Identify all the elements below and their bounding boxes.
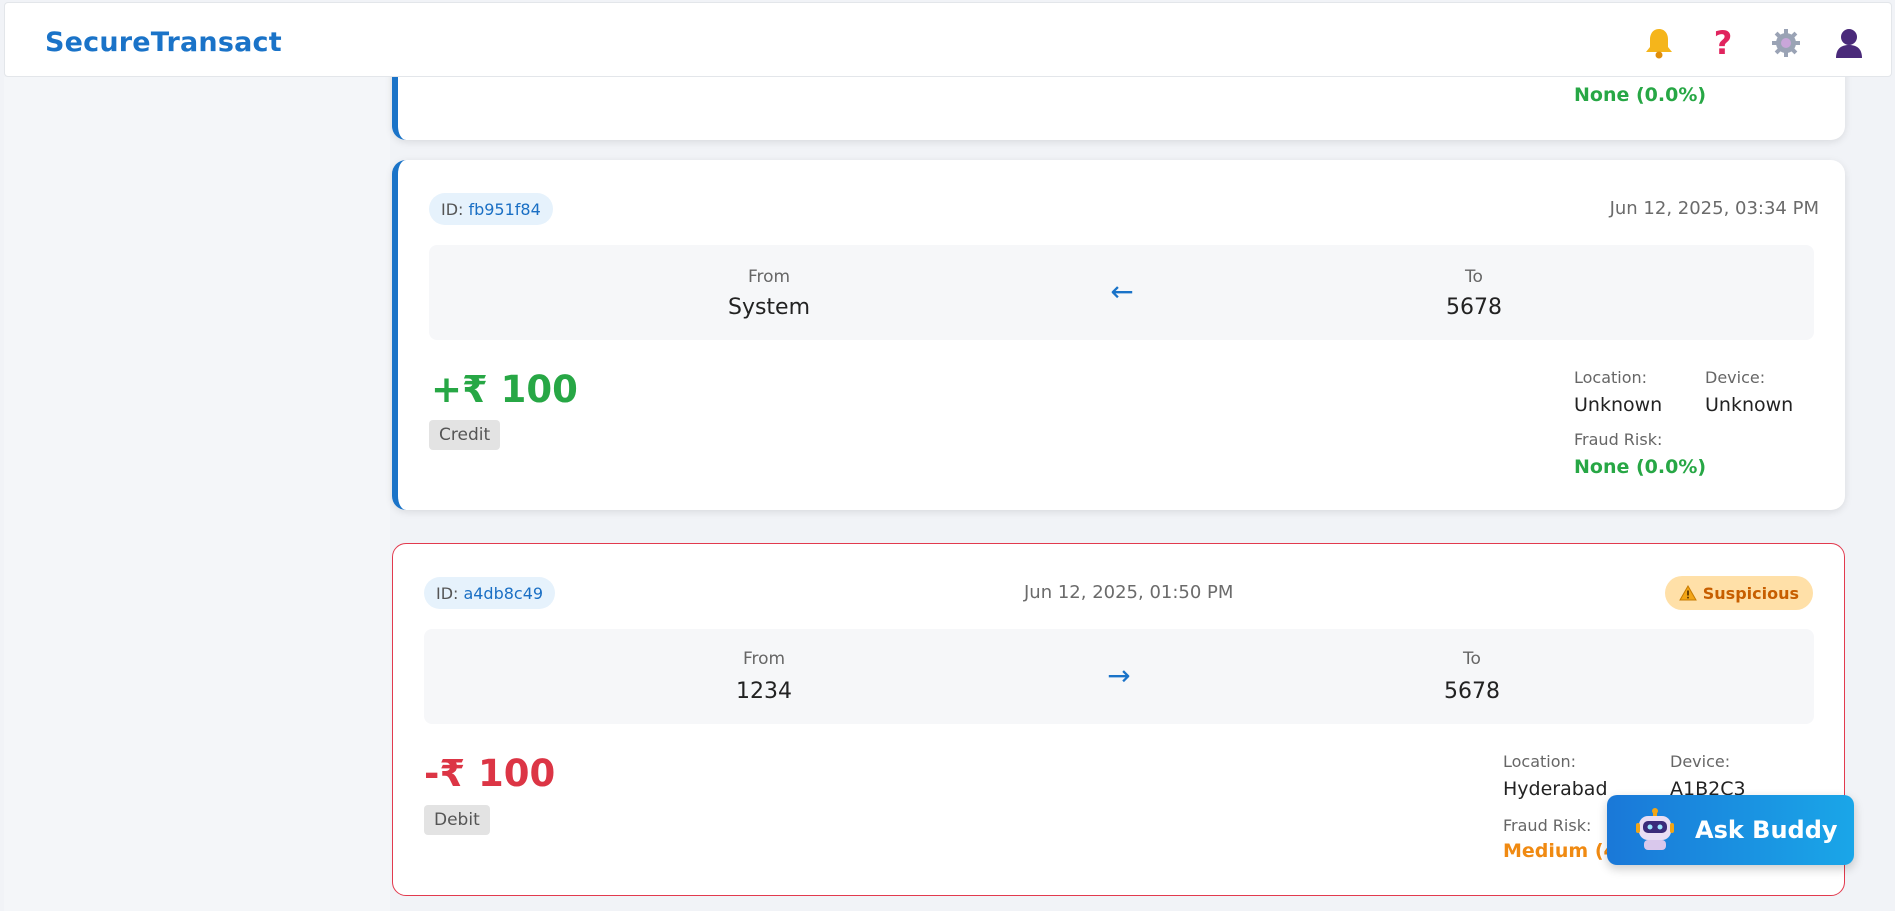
transaction-date: Jun 12, 2025, 03:34 PM (1609, 198, 1819, 219)
warning-icon (1678, 585, 1697, 601)
arrow-left-icon: ← (1110, 275, 1134, 308)
device-value: Unknown (1705, 394, 1794, 416)
to-label: To (1463, 649, 1481, 669)
suspicious-label: Suspicious (1702, 583, 1799, 603)
location-value: Hyderabad (1503, 778, 1608, 800)
device-label: Device: (1670, 752, 1731, 771)
transaction-flow: From System ← To 5678 (429, 245, 1814, 340)
transaction-date: Jun 12, 2025, 01:50 PM (1024, 582, 1234, 603)
to-value: 5678 (1444, 679, 1500, 704)
bell-icon[interactable] (1641, 25, 1677, 61)
location-label: Location: (1503, 752, 1577, 771)
transaction-id: fb951f84 (468, 199, 541, 219)
transaction-amount: +₹ 100 (431, 368, 578, 411)
transaction-card[interactable]: ID: fb951f84 Jun 12, 2025, 03:34 PM From… (392, 160, 1845, 510)
top-header: SecureTransact ? (4, 2, 1892, 77)
ask-buddy-button[interactable]: Ask Buddy (1607, 795, 1854, 865)
suspicious-badge: Suspicious (1664, 576, 1813, 610)
app-logo[interactable]: SecureTransact (45, 27, 282, 58)
transaction-amount: -₹ 100 (424, 752, 556, 795)
from-value: 1234 (736, 679, 792, 704)
transaction-id: a4db8c49 (463, 583, 544, 603)
from-label: From (742, 649, 786, 669)
to-value: 5678 (1446, 295, 1502, 320)
fraud-risk-label: Fraud Risk: (1574, 430, 1663, 449)
arrow-right-icon: → (1107, 659, 1131, 692)
sidebar (4, 77, 390, 911)
transaction-flow: From 1234 → To 5678 (424, 629, 1814, 724)
to-label: To (1465, 267, 1483, 287)
id-label: ID: (436, 583, 459, 603)
from-value: System (727, 295, 811, 320)
transaction-type-badge: Debit (424, 805, 490, 835)
help-icon[interactable]: ? (1705, 24, 1741, 62)
ask-buddy-label: Ask Buddy (1695, 816, 1838, 844)
fraud-risk-label: Fraud Risk: (1503, 816, 1592, 835)
fraud-risk-value: None (0.0%) (1574, 456, 1707, 478)
id-label: ID: (441, 199, 464, 219)
settings-icon[interactable] (1768, 25, 1804, 61)
location-value: Unknown (1574, 394, 1663, 416)
transaction-type-badge: Credit (429, 420, 501, 450)
location-label: Location: (1574, 368, 1648, 387)
robot-icon (1636, 808, 1674, 850)
device-label: Device: (1705, 368, 1766, 387)
fraud-risk-value: None (0.0%) (1574, 84, 1707, 106)
user-icon[interactable] (1831, 25, 1867, 61)
from-label: From (747, 267, 791, 287)
transaction-id-pill[interactable]: ID: fb951f84 (429, 193, 553, 225)
transaction-id-pill[interactable]: ID: a4db8c49 (424, 577, 556, 609)
